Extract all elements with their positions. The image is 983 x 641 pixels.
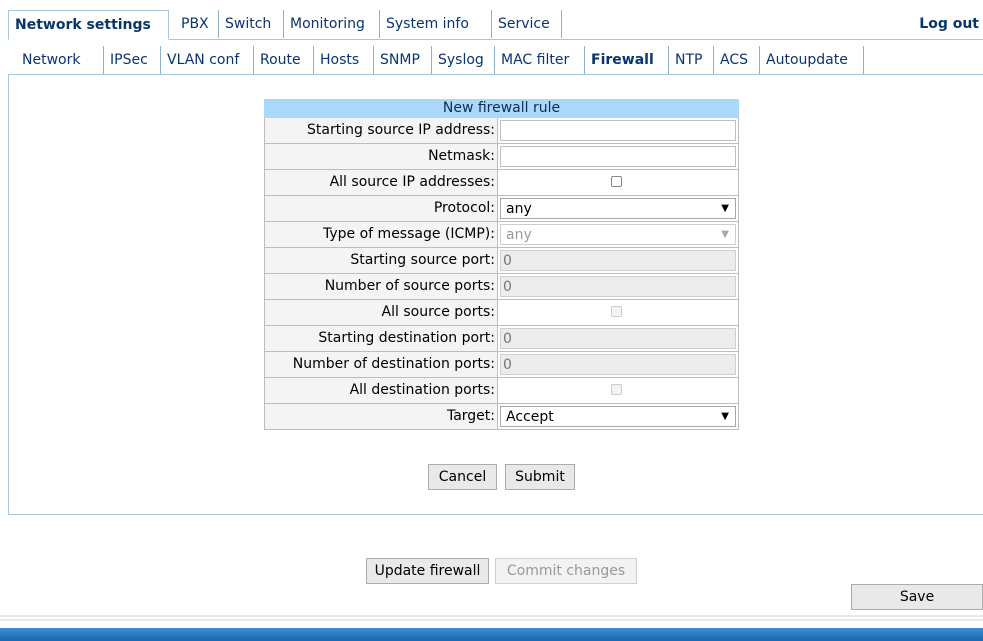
label-netmask: Netmask:	[265, 144, 498, 169]
start-src-port-input[interactable]: 0	[500, 250, 736, 271]
tab-service[interactable]: Service	[492, 10, 562, 38]
label-num-src-ports: Number of source ports:	[265, 274, 498, 299]
label-target: Target:	[265, 404, 498, 429]
row-netmask: Netmask:	[264, 144, 739, 170]
label-start-src-ip: Starting source IP address:	[265, 118, 498, 143]
label-icmp-type: Type of message (ICMP):	[265, 222, 498, 247]
tab-switch[interactable]: Switch	[219, 10, 284, 38]
chevron-down-icon: ▼	[721, 229, 729, 240]
subtab-vlan-conf[interactable]: VLAN conf	[161, 46, 254, 74]
label-all-src-ports: All source ports:	[265, 300, 498, 325]
label-num-dst-ports: Number of destination ports:	[265, 352, 498, 377]
tab-network-settings[interactable]: Network settings	[8, 10, 169, 40]
row-start-dst-port: Starting destination port: 0	[264, 326, 739, 352]
row-all-dst-ports: All destination ports:	[264, 378, 739, 404]
label-start-src-port: Starting source port:	[265, 248, 498, 273]
protocol-value: any	[506, 201, 532, 217]
subtab-route[interactable]: Route	[254, 46, 314, 74]
row-target: Target: Accept ▼	[264, 404, 739, 430]
tab-monitoring[interactable]: Monitoring	[284, 10, 380, 38]
start-dst-port-input[interactable]: 0	[500, 328, 736, 349]
new-firewall-rule-form: New firewall rule Starting source IP add…	[264, 99, 739, 430]
subtab-snmp[interactable]: SNMP	[374, 46, 432, 74]
subtab-syslog[interactable]: Syslog	[432, 46, 495, 74]
chevron-down-icon: ▼	[721, 411, 729, 422]
subtab-hosts[interactable]: Hosts	[314, 46, 374, 74]
target-select[interactable]: Accept ▼	[500, 406, 736, 427]
protocol-select[interactable]: any ▼	[500, 198, 736, 219]
row-num-src-ports: Number of source ports: 0	[264, 274, 739, 300]
subtab-network[interactable]: Network	[16, 46, 104, 74]
subtab-acs[interactable]: ACS	[714, 46, 760, 74]
num-dst-ports-input[interactable]: 0	[500, 354, 736, 375]
submit-button[interactable]: Submit	[505, 464, 575, 490]
save-button[interactable]: Save	[851, 584, 983, 610]
label-all-src-ip: All source IP addresses:	[265, 170, 498, 195]
subtab-ntp[interactable]: NTP	[669, 46, 714, 74]
tab-pbx[interactable]: PBX	[175, 10, 219, 38]
icmp-type-value: any	[506, 227, 532, 243]
footer-divider	[0, 615, 983, 617]
tab-system-info[interactable]: System info	[380, 10, 492, 38]
commit-changes-button[interactable]: Commit changes	[495, 558, 637, 584]
all-src-ip-checkbox[interactable]	[611, 176, 622, 187]
sub-nav: Network IPSec VLAN conf Route Hosts SNMP…	[8, 46, 983, 74]
icmp-type-select[interactable]: any ▼	[500, 224, 736, 245]
footer-bar	[0, 628, 983, 641]
all-src-ports-checkbox[interactable]	[611, 306, 622, 317]
subtab-autoupdate[interactable]: Autoupdate	[760, 46, 864, 74]
subtab-ipsec[interactable]: IPSec	[104, 46, 161, 74]
row-icmp-type: Type of message (ICMP): any ▼	[264, 222, 739, 248]
chevron-down-icon: ▼	[721, 203, 729, 214]
form-title: New firewall rule	[264, 99, 739, 118]
netmask-input[interactable]	[500, 146, 736, 167]
subtab-firewall[interactable]: Firewall	[585, 46, 669, 74]
subtab-mac-filter[interactable]: MAC filter	[495, 46, 585, 74]
row-all-src-ip: All source IP addresses:	[264, 170, 739, 196]
logout-link[interactable]: Log out	[919, 10, 979, 38]
target-value: Accept	[506, 409, 554, 425]
row-num-dst-ports: Number of destination ports: 0	[264, 352, 739, 378]
row-all-src-ports: All source ports:	[264, 300, 739, 326]
label-start-dst-port: Starting destination port:	[265, 326, 498, 351]
all-dst-ports-checkbox[interactable]	[611, 384, 622, 395]
num-src-ports-input[interactable]: 0	[500, 276, 736, 297]
row-protocol: Protocol: any ▼	[264, 196, 739, 222]
update-firewall-button[interactable]: Update firewall	[366, 558, 489, 584]
row-start-src-ip: Starting source IP address:	[264, 118, 739, 144]
label-protocol: Protocol:	[265, 196, 498, 221]
cancel-button[interactable]: Cancel	[428, 464, 497, 490]
main-nav: Network settings PBX Switch Monitoring S…	[8, 9, 983, 40]
row-start-src-port: Starting source port: 0	[264, 248, 739, 274]
footer-divider	[0, 619, 983, 621]
label-all-dst-ports: All destination ports:	[265, 378, 498, 403]
start-src-ip-input[interactable]	[500, 120, 736, 141]
